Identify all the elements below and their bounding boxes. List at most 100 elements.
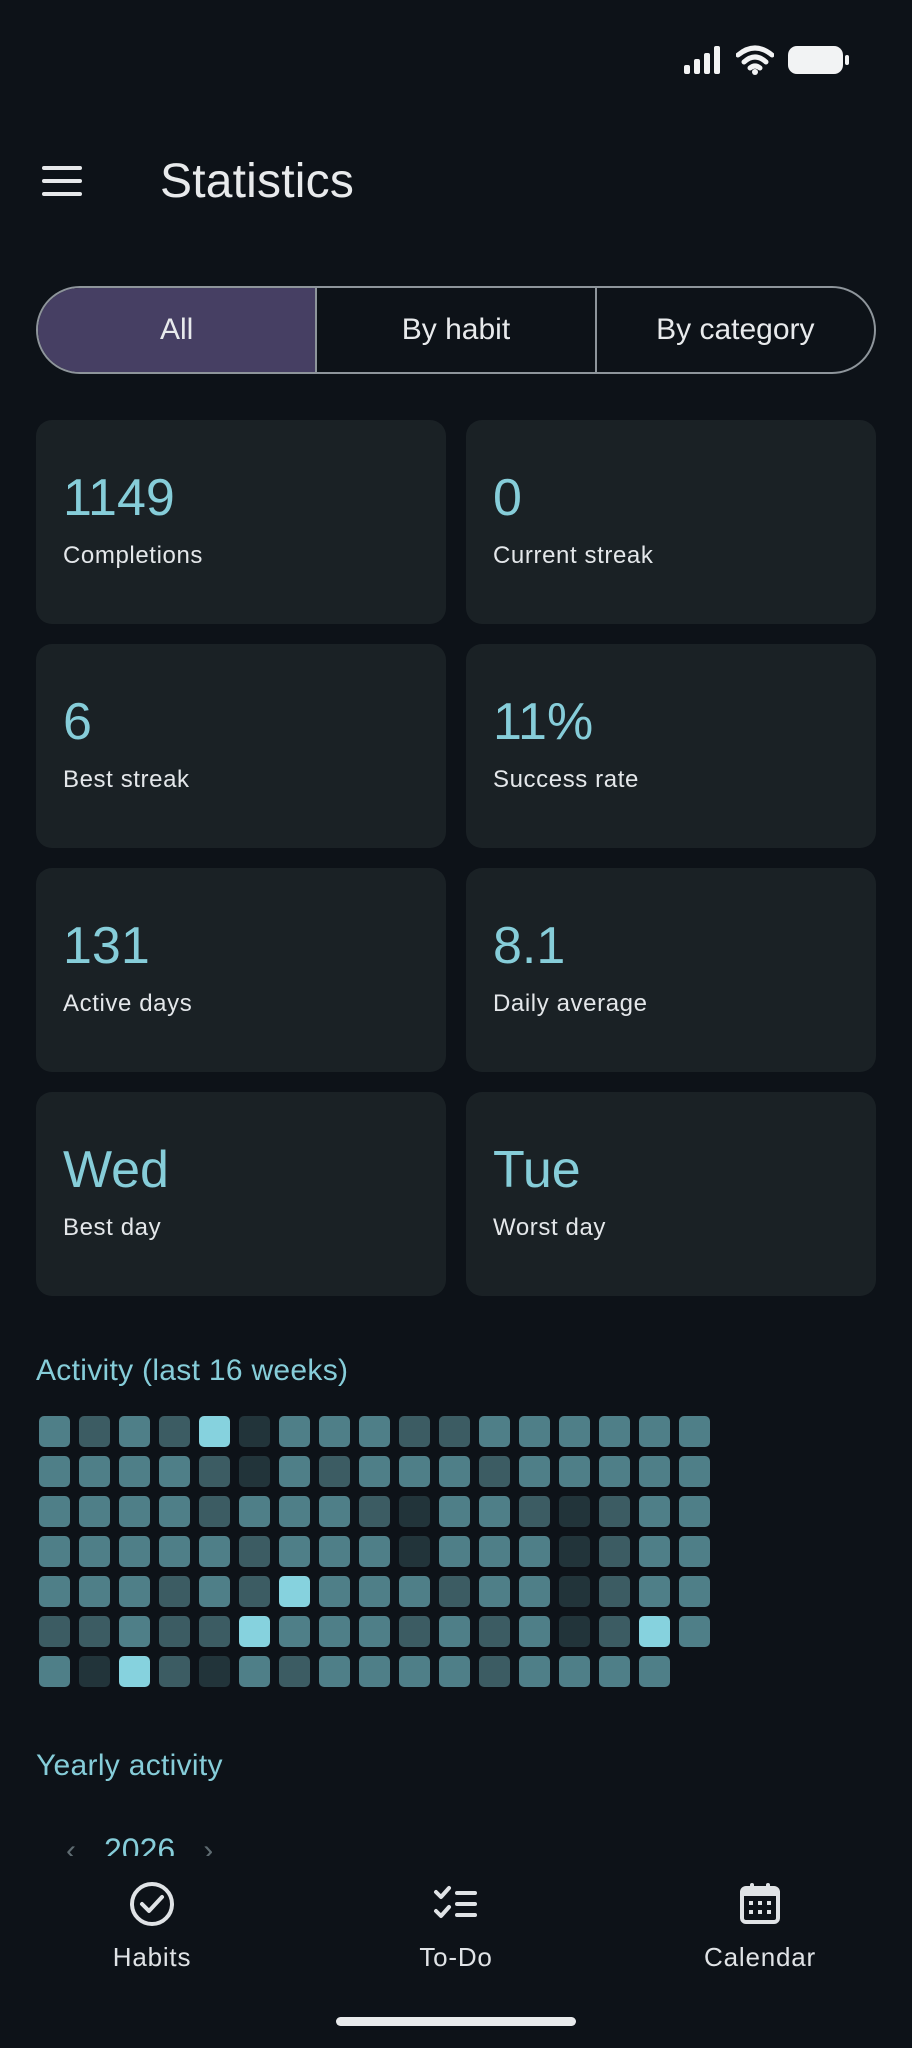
heatmap-cell [479,1576,510,1607]
heatmap-cell [359,1496,390,1527]
heatmap-cell [599,1496,630,1527]
heatmap-cell [39,1416,70,1447]
heatmap-cell [599,1416,630,1447]
stat-card-best-streak: 6 Best streak [36,644,446,848]
heatmap-cell [439,1496,470,1527]
heatmap-cell [399,1656,430,1687]
stat-label: Active days [63,990,193,1017]
heatmap-cell [399,1616,430,1647]
stat-label: Daily average [493,990,648,1017]
heatmap-cell [599,1616,630,1647]
heatmap-cell [599,1656,630,1687]
heatmap-cell [519,1616,550,1647]
signal-icon [684,46,720,74]
heatmap-cell [519,1656,550,1687]
filter-tabs: All By habit By category [36,286,876,374]
stat-label: Completions [63,542,203,569]
heatmap-cell [199,1456,230,1487]
heatmap-cell [519,1496,550,1527]
stat-value: 1149 [63,469,175,527]
yearly-activity-title: Yearly activity [36,1749,223,1782]
heatmap-cell [119,1576,150,1607]
heatmap-cell [119,1456,150,1487]
heatmap-cell [39,1456,70,1487]
menu-icon[interactable] [40,162,84,200]
tab-by-category[interactable]: By category [594,288,874,372]
heatmap-cell [39,1536,70,1567]
heatmap-cell [679,1616,710,1647]
stat-card-daily-average: 8.1 Daily average [466,868,876,1072]
stat-value: Wed [63,1141,169,1199]
heatmap-cell [359,1656,390,1687]
heatmap-cell [199,1496,230,1527]
heatmap-cell [79,1536,110,1567]
stat-label: Best streak [63,766,190,793]
heatmap-cell [559,1616,590,1647]
heatmap-cell [159,1536,190,1567]
nav-item-habits[interactable]: Habits [62,1880,242,1973]
heatmap-cell [439,1576,470,1607]
nav-item-todo[interactable]: To-Do [366,1880,546,1973]
heatmap-cell [479,1456,510,1487]
heatmap-cell [39,1496,70,1527]
heatmap-cell [199,1576,230,1607]
heatmap-cell [399,1496,430,1527]
heatmap-cell [439,1656,470,1687]
heatmap-cell [639,1656,670,1687]
heatmap-cell [559,1456,590,1487]
heatmap-cell [79,1576,110,1607]
heatmap-cell [39,1576,70,1607]
heatmap-cell [519,1536,550,1567]
heatmap-cell [439,1416,470,1447]
heatmap-cell [199,1616,230,1647]
stat-value: 8.1 [493,917,566,975]
tab-all[interactable]: All [38,288,316,372]
heatmap-cell [319,1496,350,1527]
heatmap-cell [639,1416,670,1447]
nav-item-calendar[interactable]: Calendar [670,1880,850,1973]
heatmap-cell [239,1416,270,1447]
wifi-icon [736,45,774,75]
heatmap-cell [319,1416,350,1447]
heatmap-cell [679,1576,710,1607]
heatmap-cell [79,1616,110,1647]
heatmap-cell [39,1616,70,1647]
heatmap-cell [239,1656,270,1687]
heatmap-cell [679,1536,710,1567]
heatmap-cell [39,1656,70,1687]
heatmap-cell [519,1416,550,1447]
heatmap-cell [319,1536,350,1567]
stat-card-success-rate: 11% Success rate [466,644,876,848]
heatmap-cell [79,1416,110,1447]
heatmap-cell [279,1456,310,1487]
heatmap-cell [519,1576,550,1607]
heatmap-cell [279,1576,310,1607]
heatmap-cell [439,1536,470,1567]
heatmap-cell [479,1656,510,1687]
stat-value: 131 [63,917,150,975]
activity-title: Activity (last 16 weeks) [36,1354,349,1387]
heatmap-cell [599,1536,630,1567]
stat-label: Best day [63,1214,162,1241]
stat-card-worst-day: Tue Worst day [466,1092,876,1296]
heatmap-cell [559,1496,590,1527]
stats-grid: 1149 Completions 0 Current streak 6 Best… [36,420,876,1296]
heatmap-cell [439,1456,470,1487]
stat-value: 11% [493,693,594,751]
heatmap-cell [119,1616,150,1647]
heatmap-cell [639,1576,670,1607]
heatmap-cell [599,1456,630,1487]
heatmap-cell [279,1416,310,1447]
checklist-icon [434,1886,477,1918]
heatmap-cell [319,1576,350,1607]
heatmap-cell [639,1456,670,1487]
heatmap-cell [359,1536,390,1567]
tab-by-habit[interactable]: By habit [315,288,594,372]
heatmap-cell [279,1616,310,1647]
heatmap-cell [159,1576,190,1607]
home-indicator [336,2017,576,2026]
heatmap-cell [279,1496,310,1527]
heatmap-cell [159,1456,190,1487]
stat-value: 0 [493,469,522,527]
heatmap-cell [359,1616,390,1647]
